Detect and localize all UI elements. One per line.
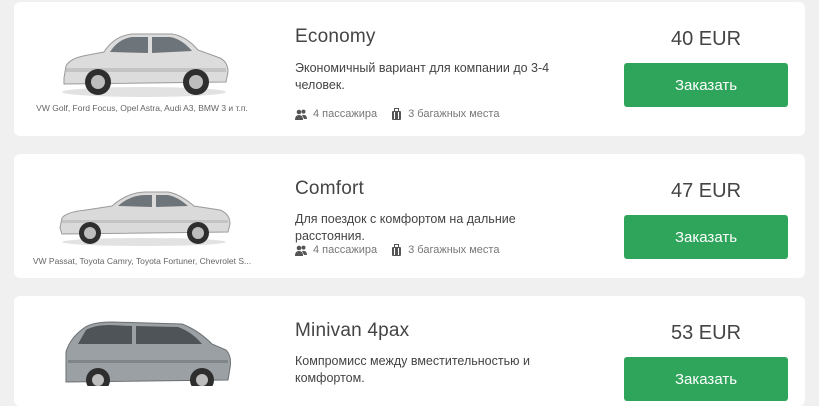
- car-card-economy: VW Golf, Ford Focus, Opel Astra, Audi A3…: [14, 2, 805, 136]
- order-button[interactable]: Заказать: [624, 357, 788, 401]
- luggage-label: 3 багажных места: [408, 244, 500, 256]
- car-price: 40 EUR: [670, 28, 742, 50]
- car-class-title: Minivan 4pax: [295, 320, 410, 341]
- minivan-car-image: [65, 321, 231, 386]
- car-features: 4 пассажира 3 багажных места: [295, 108, 513, 120]
- order-button[interactable]: Заказать: [624, 215, 788, 259]
- luggage-icon: [392, 108, 402, 120]
- car-card-minivan: Minivan 4pax Компромисс между вместитель…: [14, 296, 805, 406]
- order-button[interactable]: Заказать: [624, 63, 788, 107]
- car-class-title: Economy: [295, 26, 376, 47]
- car-features: 4 пассажира 3 багажных места: [295, 244, 513, 256]
- car-description: Для поездок с комфортом на дальние расст…: [295, 212, 516, 243]
- passengers-feature: 4 пассажира: [295, 108, 377, 120]
- passengers-icon: [295, 109, 307, 120]
- car-models: VW Golf, Ford Focus, Opel Astra, Audi A3…: [36, 103, 248, 113]
- car-card-comfort: VW Passat, Toyota Camry, Toyota Fortuner…: [14, 154, 805, 278]
- luggage-icon: [392, 244, 402, 256]
- passengers-label: 4 пассажира: [313, 244, 378, 256]
- luggage-label: 3 багажных места: [408, 108, 500, 120]
- car-price: 53 EUR: [670, 322, 742, 344]
- car-class-title: Comfort: [295, 178, 364, 199]
- car-price: 47 EUR: [670, 180, 742, 202]
- passengers-feature: 4 пассажира: [295, 244, 377, 256]
- car-description: Компромисс между вместительностью и комф…: [295, 354, 530, 385]
- sedan-car-image: [59, 191, 231, 246]
- passengers-icon: [295, 245, 307, 256]
- luggage-feature: 3 багажных места: [391, 108, 499, 120]
- hatchback-car-image: [62, 33, 229, 97]
- luggage-feature: 3 багажных места: [391, 244, 499, 256]
- car-description: Экономичный вариант для компании до 3-4 …: [295, 61, 550, 92]
- passengers-label: 4 пассажира: [313, 108, 378, 120]
- car-models: VW Passat, Toyota Camry, Toyota Fortuner…: [32, 256, 252, 266]
